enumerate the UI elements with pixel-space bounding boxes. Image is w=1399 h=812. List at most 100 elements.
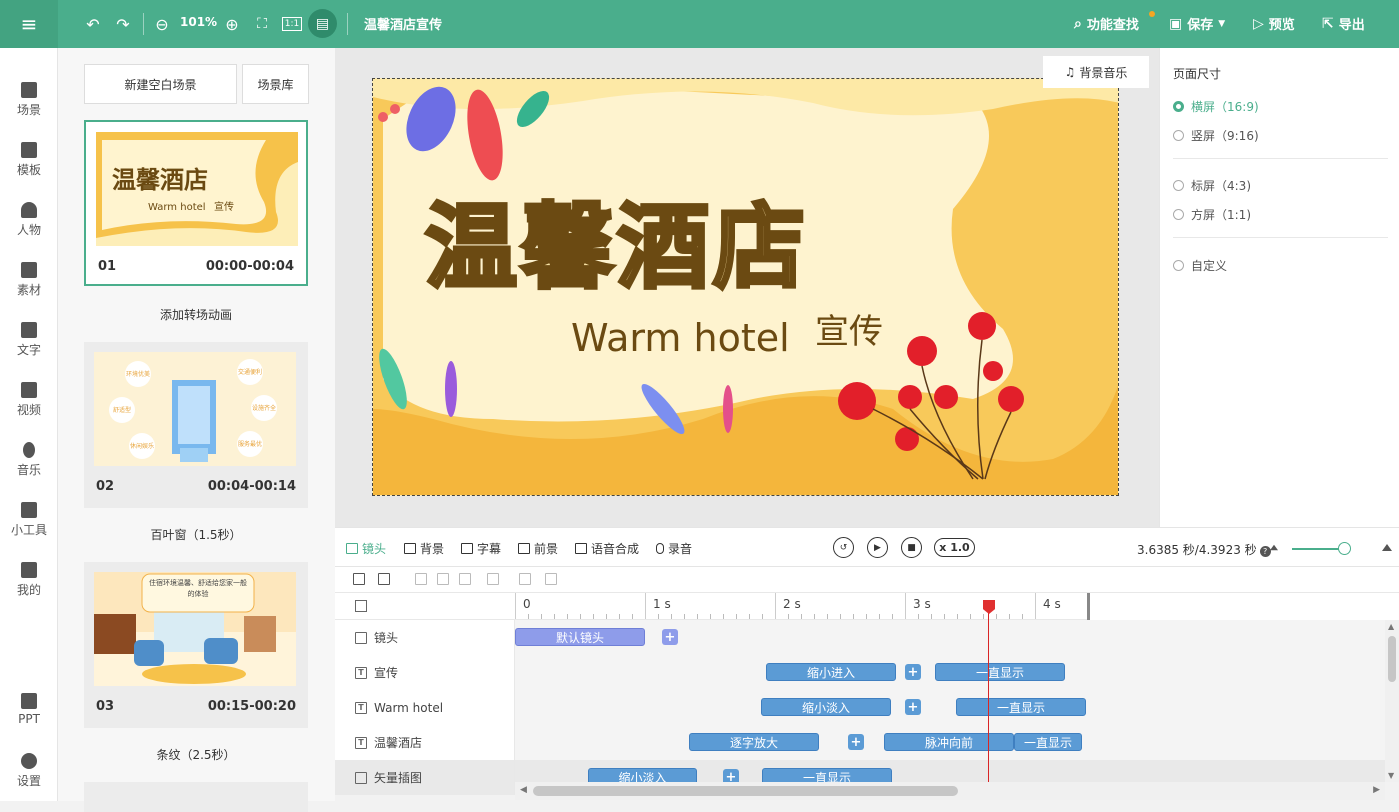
track-header[interactable]: 矢量插图 [335,760,515,795]
svg-text:休闲娱乐: 休闲娱乐 [130,442,154,450]
track-row[interactable]: T 温馨酒店 逐字放大 脉冲向前 一直显示 + [335,725,1385,760]
scroll-thumb[interactable] [1388,636,1396,682]
undo-icon[interactable]: ↶ [82,12,104,36]
transition-label[interactable]: 百叶窗（1.5秒） [84,526,308,543]
time-ruler[interactable]: 0 1 s 2 s 3 s 4 s [515,593,1399,620]
tab-background[interactable]: 背景 [404,540,444,557]
align-right-icon[interactable] [437,573,449,585]
redo-icon[interactable]: ↷ [112,12,134,36]
animation-clip[interactable]: 默认镜头 [515,628,645,646]
export-button[interactable]: ⇱ 导出 [1322,14,1365,34]
background-music-button[interactable]: ♫ 背景音乐 [1043,56,1149,88]
nav-character[interactable]: 人物 [0,202,58,238]
zoom-out-mountain-icon[interactable] [1270,544,1278,551]
menu-icon[interactable]: ≡ [0,0,58,48]
track-lane[interactable]: 逐字放大 脉冲向前 一直显示 + [515,725,1385,760]
option-standard[interactable]: 标屏（4:3) [1173,177,1251,194]
track-lane[interactable]: 缩小淡入 一直显示 + [515,690,1385,725]
replay-icon[interactable]: ↺ [833,537,854,558]
animation-clip[interactable]: 逐字放大 [689,733,819,751]
actual-size-icon[interactable]: 1:1 [282,17,302,31]
animation-clip[interactable]: 一直显示 [1014,733,1082,751]
tab-camera[interactable]: 镜头 [346,540,386,557]
feature-search-button[interactable]: ⌕ 功能查找 [1074,14,1139,34]
add-animation-button[interactable]: + [905,699,921,715]
option-custom[interactable]: 自定义 [1173,257,1227,274]
scene-card-02[interactable]: 环境优美 交通便利 舒适型 设施齐全 休闲娱乐 服务最优 02 00:04-00… [84,342,308,508]
tab-subtitle[interactable]: 字幕 [461,540,501,557]
stage-canvas[interactable]: 温馨酒店 Warm hotel 宣传 [372,78,1119,496]
track-header[interactable]: 镜头 [335,620,515,655]
copy-icon[interactable] [519,573,531,585]
group-icon[interactable] [378,573,390,585]
nav-scene[interactable]: 场景 [0,82,58,118]
nav-tools[interactable]: 小工具 [0,502,58,538]
nav-video[interactable]: 视频 [0,382,58,418]
timeline-horizontal-scrollbar[interactable]: ◀ ▶ [515,782,1385,800]
transition-label[interactable]: 条纹（2.5秒） [84,746,308,763]
save-button[interactable]: ▣ 保存 ▼ [1169,14,1225,34]
track-row[interactable]: T 宣传 缩小进入 一直显示 + [335,655,1385,690]
play-icon[interactable]: ▶ [867,537,888,558]
scene-card-03[interactable]: 住宿环境温馨、舒适给您家一般的体验 03 00:15-00:20 [84,562,308,728]
nav-music[interactable]: 音乐 [0,442,58,478]
nav-material[interactable]: 素材 [0,262,58,298]
scroll-thumb[interactable] [533,786,958,796]
zoom-in-icon[interactable]: ⊕ [222,12,242,36]
distribute-icon[interactable] [487,573,499,585]
nav-settings[interactable]: 设置 [0,753,58,789]
transition-label[interactable]: 添加转场动画 [84,306,308,323]
tab-tts[interactable]: 语音合成 [575,540,639,557]
playhead-line[interactable] [988,600,989,788]
track-row[interactable]: 镜头 默认镜头 + [335,620,1385,655]
track-lane[interactable]: 默认镜头 + [515,620,1385,655]
align-left-icon[interactable] [415,573,427,585]
nav-mine[interactable]: 我的 [0,562,58,598]
fullscreen-icon[interactable]: ⛶ [252,12,272,36]
scene-card-01[interactable]: 温馨酒店 Warm hotel 宣传 01 00:00-00:04 [84,120,308,286]
tab-foreground[interactable]: 前景 [518,540,558,557]
new-blank-scene-button[interactable]: 新建空白场景 [84,64,237,104]
align-center-icon[interactable] [459,573,471,585]
track-header[interactable]: T Warm hotel [335,690,515,725]
scroll-up-icon[interactable]: ▲ [1388,622,1394,631]
nav-text[interactable]: 文字 [0,322,58,358]
option-square[interactable]: 方屏（1:1) [1173,206,1251,223]
preview-button[interactable]: ▷ 预览 [1253,14,1295,34]
paste-icon[interactable] [545,573,557,585]
filter-icon[interactable] [353,573,365,585]
scroll-right-icon[interactable]: ▶ [1373,785,1380,795]
track-header[interactable]: T 宣传 [335,655,515,690]
add-animation-button[interactable]: + [662,629,678,645]
track-header[interactable]: T 温馨酒店 [335,725,515,760]
animation-clip[interactable]: 缩小淡入 [761,698,891,716]
tab-record[interactable]: 录音 [656,540,692,557]
scroll-left-icon[interactable]: ◀ [520,785,527,795]
add-animation-button[interactable]: + [848,734,864,750]
animation-clip[interactable]: 一直显示 [956,698,1086,716]
stop-icon[interactable]: ■ [901,537,922,558]
animation-clip[interactable]: 缩小进入 [766,663,896,681]
animation-clip[interactable]: 脉冲向前 [884,733,1014,751]
timeline-vertical-scrollbar[interactable]: ▲ ▼ [1385,620,1399,782]
document-title[interactable]: 温馨酒店宣传 [364,14,442,33]
scroll-down-icon[interactable]: ▼ [1388,771,1394,780]
subtitle-icon [461,543,473,554]
nav-ppt[interactable]: PPT [0,693,58,726]
nav-template[interactable]: 模板 [0,142,58,178]
timeline-zoom-handle[interactable] [1338,542,1351,555]
track-lane[interactable]: 缩小进入 一直显示 + [515,655,1385,690]
option-landscape[interactable]: 横屏（16:9) [1173,98,1259,115]
zoom-out-icon[interactable]: ⊖ [152,12,172,36]
animation-clip[interactable]: 一直显示 [935,663,1065,681]
option-portrait[interactable]: 竖屏（9:16) [1173,127,1259,144]
zoom-in-mountain-icon[interactable] [1382,544,1392,551]
track-row[interactable]: T Warm hotel 缩小淡入 一直显示 + [335,690,1385,725]
help-icon[interactable]: ? [1259,546,1271,557]
scene-library-button[interactable]: 场景库 [242,64,309,104]
add-animation-button[interactable]: + [905,664,921,680]
subtitle-tool-icon[interactable]: ▤ [308,9,337,38]
scene-card-04[interactable] [84,782,308,812]
playback-speed[interactable]: x 1.0 [934,538,975,557]
layout-icon[interactable] [355,600,367,612]
